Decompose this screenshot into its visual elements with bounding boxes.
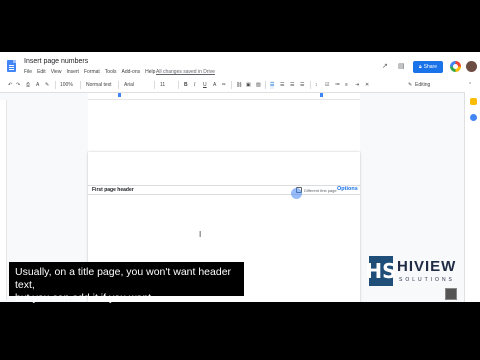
right-margin-marker[interactable] (320, 93, 323, 97)
hiview-logo: HS HIVIEW SOLUTIONS (365, 256, 463, 288)
first-page-header-label: First page header (92, 187, 134, 193)
title-bar: Insert page numbers File Edit View Inser… (0, 52, 480, 78)
share-button[interactable]: 🔒︎ Share (413, 61, 443, 73)
menu-format[interactable]: Format (84, 69, 100, 75)
menu-bar: File Edit View Insert Format Tools Add-o… (24, 69, 155, 75)
header-options-bar: First page header Different first page O… (88, 185, 360, 195)
editing-mode-select[interactable]: Editing (415, 81, 430, 89)
click-indicator (291, 188, 302, 199)
menu-file[interactable]: File (24, 69, 32, 75)
comment-add-icon[interactable]: ▣ (246, 81, 251, 89)
text-color-button[interactable]: A (213, 81, 216, 89)
hiview-sub: SOLUTIONS (399, 277, 455, 283)
menu-edit[interactable]: Edit (37, 69, 46, 75)
underline-button[interactable]: U (203, 81, 207, 89)
side-panel (464, 92, 480, 302)
tasks-icon[interactable] (470, 114, 477, 121)
edit-mode-icon: ✎ (408, 82, 413, 88)
font-select[interactable]: Arial (124, 81, 134, 89)
corner-icon[interactable] (445, 288, 457, 300)
font-size-select[interactable]: 11 (160, 81, 165, 89)
clear-format-icon[interactable]: ✕ (365, 81, 369, 89)
align-left-icon[interactable]: ☰ (270, 81, 275, 89)
caption-line-2: but you can add it if you want. (15, 292, 154, 304)
bulleted-list-icon[interactable]: ≔ (335, 81, 340, 89)
bold-button[interactable]: B (184, 81, 188, 89)
align-right-icon[interactable]: ☰ (290, 81, 294, 89)
caption-line-1: Usually, on a title page, you won't want… (15, 266, 232, 291)
horizontal-ruler (88, 93, 360, 100)
menu-help[interactable]: Help (145, 69, 155, 75)
align-center-icon[interactable]: ☰ (280, 81, 284, 89)
avatar[interactable] (466, 61, 477, 72)
caption: Usually, on a title page, you won't want… (9, 262, 244, 304)
docs-icon[interactable] (7, 60, 16, 72)
redo-icon[interactable]: ↷ (16, 81, 20, 89)
print-icon[interactable]: ⎙ (26, 81, 30, 89)
indent-icon[interactable]: ⇥ (355, 81, 359, 89)
vertical-ruler (0, 100, 7, 300)
hiview-name: HIVIEW (397, 258, 457, 275)
link-icon[interactable]: ⛓ (236, 81, 242, 89)
paint-format-icon[interactable]: ✎ (45, 81, 49, 89)
spellcheck-icon[interactable]: A (36, 81, 39, 89)
undo-icon[interactable]: ↶ (8, 81, 12, 89)
italic-button[interactable]: I (194, 81, 195, 89)
save-status[interactable]: All changes saved in Drive (156, 69, 215, 75)
comment-icon[interactable]: ▤ (398, 63, 405, 70)
lock-icon: 🔒︎ (418, 64, 422, 70)
document-title[interactable]: Insert page numbers (24, 58, 88, 65)
menu-tools[interactable]: Tools (105, 69, 117, 75)
chevron-up-icon[interactable]: ⌃ (468, 81, 472, 89)
indent-marker[interactable] (118, 93, 121, 97)
toolbar: ↶ ↷ ⎙ A ✎ 100% Normal text Arial 11 B I … (0, 78, 480, 93)
hiview-mark: HS (365, 256, 397, 286)
keep-icon[interactable] (470, 98, 477, 105)
share-label: Share (423, 64, 437, 70)
zoom-select[interactable]: 100% (60, 81, 73, 89)
menu-addons[interactable]: Add-ons (121, 69, 140, 75)
highlight-icon[interactable]: ✏ (222, 81, 226, 89)
text-cursor-icon: I (199, 230, 202, 239)
menu-insert[interactable]: Insert (66, 69, 79, 75)
justify-icon[interactable]: ☰ (300, 81, 304, 89)
page-top (88, 100, 360, 152)
header-options-button[interactable]: Options (337, 186, 358, 192)
google-account-icon[interactable] (450, 61, 461, 72)
checklist-icon[interactable]: ☑ (325, 81, 329, 89)
activity-icon[interactable]: ↗ (382, 63, 388, 70)
different-first-page-label: Different first page (304, 187, 337, 193)
image-icon[interactable]: ▨ (256, 81, 261, 89)
different-first-page-option[interactable]: Different first page (296, 187, 337, 193)
numbered-list-icon[interactable]: ≡ (345, 81, 348, 89)
style-select[interactable]: Normal text (86, 81, 112, 89)
menu-view[interactable]: View (51, 69, 62, 75)
line-spacing-icon[interactable]: ↕ (315, 81, 318, 89)
